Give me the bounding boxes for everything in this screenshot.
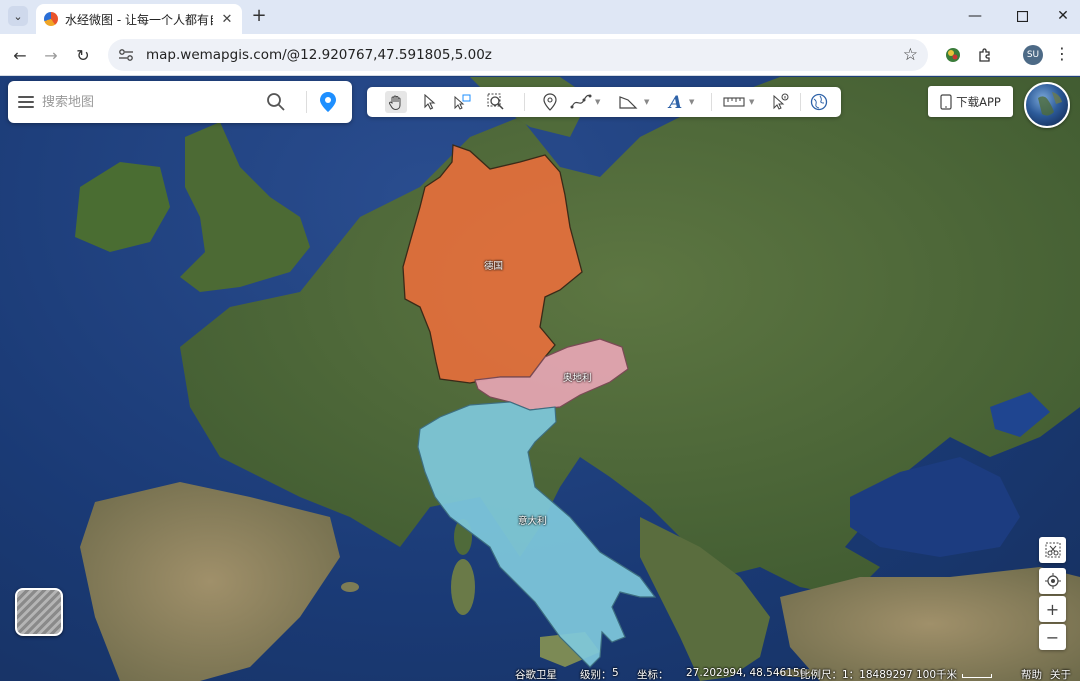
sardinia — [451, 559, 475, 615]
globe-icon — [810, 93, 828, 111]
scissors-icon — [1045, 542, 1060, 558]
zoom-region-icon — [487, 93, 504, 110]
locate-me-button[interactable] — [1039, 568, 1066, 594]
ruler-icon — [723, 97, 745, 107]
zoom-in-button[interactable]: + — [1039, 596, 1066, 622]
globe-view-button[interactable] — [1024, 82, 1070, 128]
bookmark-star-icon[interactable]: ☆ — [903, 45, 918, 65]
back-button[interactable]: ← — [9, 44, 31, 66]
search-input[interactable] — [42, 94, 262, 110]
map-status-bar: 谷歌卫星 级别： 5 坐标： 27.202994, 48.546156 比例尺：… — [0, 666, 1080, 681]
select-box-icon — [454, 94, 471, 110]
profile-avatar[interactable]: SU — [1023, 45, 1043, 65]
site-favicon-icon — [44, 12, 58, 26]
scale-bar — [962, 674, 992, 678]
forward-button[interactable]: → — [40, 44, 62, 66]
new-tab-button[interactable]: + — [250, 6, 268, 26]
coordinate-value: 27.202994, 48.546156 — [686, 667, 807, 679]
tab-title: 水经微图 - 让每一个人都有自己 — [65, 12, 213, 27]
screenshot-button[interactable] — [1039, 537, 1066, 563]
zoom-level-value: 5 — [612, 667, 619, 679]
maximize-window-button[interactable] — [1012, 6, 1032, 26]
hand-icon — [388, 95, 401, 110]
iberia-landmass — [80, 482, 340, 681]
menu-icon[interactable] — [18, 96, 34, 108]
polyline-tool-button[interactable] — [570, 91, 592, 113]
satellite-basemap — [75, 77, 1080, 681]
scale-value: 1：18489297 — [842, 669, 913, 681]
extensions-puzzle-icon[interactable] — [976, 46, 994, 64]
zoom-level-label: 级别： — [580, 669, 612, 681]
url-text: map.wemapgis.com/@12.920767,47.591805,5.… — [146, 47, 492, 63]
browser-toolbar: ← → ↻ map.wemapgis.com/@12.920767,47.591… — [0, 34, 1080, 76]
zoom-out-button[interactable]: − — [1039, 624, 1066, 650]
maximize-icon — [1016, 10, 1028, 22]
tab-search-button[interactable]: ⌄ — [8, 6, 28, 26]
phone-icon — [940, 93, 952, 110]
text-tool-button[interactable]: A — [664, 91, 686, 113]
coordinate-label: 坐标： — [637, 669, 669, 681]
location-pin-icon[interactable] — [318, 91, 338, 113]
identify-tool-button[interactable] — [769, 91, 791, 113]
browser-tab[interactable]: 水经微图 - 让每一个人都有自己 ✕ — [36, 4, 242, 34]
about-link[interactable]: 关于 — [1050, 667, 1071, 681]
address-bar[interactable]: map.wemapgis.com/@12.920767,47.591805,5.… — [108, 39, 928, 71]
polygon-tool-button[interactable] — [617, 91, 639, 113]
pointer-info-icon — [773, 93, 789, 110]
help-link[interactable]: 帮助 — [1021, 667, 1042, 681]
measure-tool-button[interactable] — [723, 91, 745, 113]
download-app-label: 下载APP — [956, 94, 1001, 109]
germany-label: 德国 — [484, 261, 504, 272]
toolbar-divider — [711, 93, 712, 111]
map-search-panel — [8, 81, 352, 123]
reload-button[interactable]: ↻ — [72, 44, 94, 66]
great-britain — [180, 122, 310, 292]
drawing-toolbar: ▼ ▼ A ▼ ▼ — [367, 87, 841, 117]
search-divider — [306, 91, 307, 113]
austria-label: 奥地利 — [563, 373, 592, 384]
basemap-switcher-button[interactable] — [15, 588, 63, 636]
close-tab-icon[interactable]: ✕ — [220, 12, 234, 27]
polyline-icon — [570, 94, 592, 109]
plus-icon: + — [1045, 599, 1060, 619]
browser-tabstrip: ⌄ 水经微图 - 让每一个人都有自己 ✕ + — ✕ — [0, 0, 1080, 34]
toolbar-divider — [800, 93, 801, 111]
marker-tool-button[interactable] — [539, 91, 561, 113]
browser-menu-icon[interactable]: ⋮ — [1054, 44, 1070, 63]
map-viewport[interactable]: 德国 奥地利 意大利 搜索地图 ▼ ▼ A ▼ ▼ 下载APP + − 谷歌卫星… — [0, 77, 1080, 681]
svg-text:A: A — [667, 93, 682, 111]
minimize-window-button[interactable]: — — [965, 6, 985, 26]
text-icon: A — [667, 93, 682, 111]
select-box-tool-button[interactable] — [451, 91, 473, 113]
scale-label: 比例尺： — [800, 669, 842, 681]
minus-icon: − — [1045, 627, 1060, 647]
extension-icon[interactable] — [944, 46, 962, 64]
pointer-tool-button[interactable] — [419, 91, 441, 113]
measure-dropdown-caret[interactable]: ▼ — [749, 98, 754, 106]
ireland — [75, 162, 170, 252]
polygon-dropdown-caret[interactable]: ▼ — [644, 98, 649, 106]
italy-label: 意大利 — [518, 516, 547, 527]
site-info-icon[interactable] — [118, 48, 134, 62]
balearic-islands — [341, 582, 359, 592]
search-icon[interactable] — [266, 92, 286, 112]
hand-tool-button[interactable] — [385, 91, 407, 113]
toolbar-divider — [524, 93, 525, 111]
download-app-button[interactable]: 下载APP — [928, 86, 1013, 117]
basemap-layer-name: 谷歌卫星 — [515, 669, 557, 681]
globe-tool-button[interactable] — [808, 91, 830, 113]
pointer-icon — [424, 94, 436, 110]
scale-distance: 100千米 — [916, 669, 958, 681]
crosshair-icon — [1044, 573, 1061, 589]
polyline-dropdown-caret[interactable]: ▼ — [595, 98, 600, 106]
zoom-region-tool-button[interactable] — [485, 91, 507, 113]
close-window-button[interactable]: ✕ — [1053, 6, 1073, 26]
text-dropdown-caret[interactable]: ▼ — [689, 98, 694, 106]
polygon-icon — [619, 96, 638, 109]
marker-icon — [543, 93, 557, 111]
